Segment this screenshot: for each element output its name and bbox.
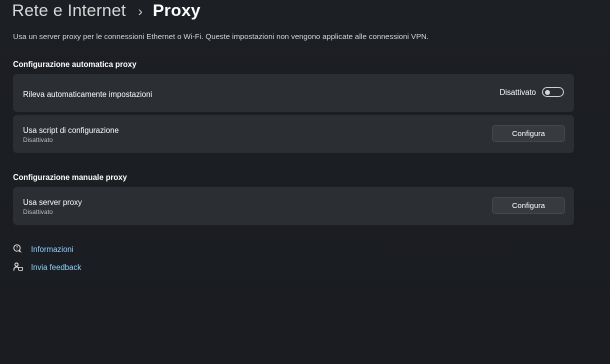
help-chat-icon: ? bbox=[13, 244, 23, 254]
config-script-card: Usa script di configurazione Disattivato… bbox=[13, 115, 574, 153]
toggle-knob bbox=[545, 89, 550, 95]
detect-settings-card: Rileva automaticamente impostazioni Disa… bbox=[13, 74, 574, 112]
breadcrumb: Rete e Internet › Proxy bbox=[12, 0, 200, 22]
settings-page: Rete e Internet › Proxy Usa un server pr… bbox=[0, 0, 610, 364]
proxy-server-configure-button[interactable]: Configura bbox=[492, 197, 565, 214]
config-script-status: Disattivato bbox=[23, 137, 53, 144]
page-description: Usa un server proxy per le connessioni E… bbox=[13, 32, 429, 41]
detect-settings-toggle-group: Disattivato bbox=[500, 87, 564, 97]
breadcrumb-parent[interactable]: Rete e Internet bbox=[12, 1, 126, 21]
feedback-link[interactable]: Invia feedback bbox=[13, 262, 81, 272]
chevron-right-icon: › bbox=[137, 3, 143, 19]
detect-settings-toggle[interactable] bbox=[542, 87, 564, 97]
feedback-link-label: Invia feedback bbox=[31, 262, 82, 272]
info-link-label: Informazioni bbox=[31, 244, 74, 254]
detect-settings-label: Rileva automaticamente impostazioni bbox=[23, 90, 153, 99]
proxy-server-card: Usa server proxy Disattivato Configura bbox=[13, 187, 574, 225]
toggle-state-label: Disattivato bbox=[499, 87, 536, 97]
section-title-manual: Configurazione manuale proxy bbox=[13, 173, 127, 182]
config-script-configure-button[interactable]: Configura bbox=[492, 125, 565, 142]
svg-text:?: ? bbox=[16, 246, 18, 251]
proxy-server-status: Disattivato bbox=[23, 209, 53, 216]
feedback-icon bbox=[13, 262, 23, 272]
section-title-auto: Configurazione automatica proxy bbox=[13, 60, 137, 69]
config-script-label: Usa script di configurazione bbox=[23, 126, 119, 135]
info-link[interactable]: ? Informazioni bbox=[13, 244, 73, 254]
page-title: Proxy bbox=[152, 1, 201, 20]
proxy-server-label: Usa server proxy bbox=[23, 198, 82, 207]
